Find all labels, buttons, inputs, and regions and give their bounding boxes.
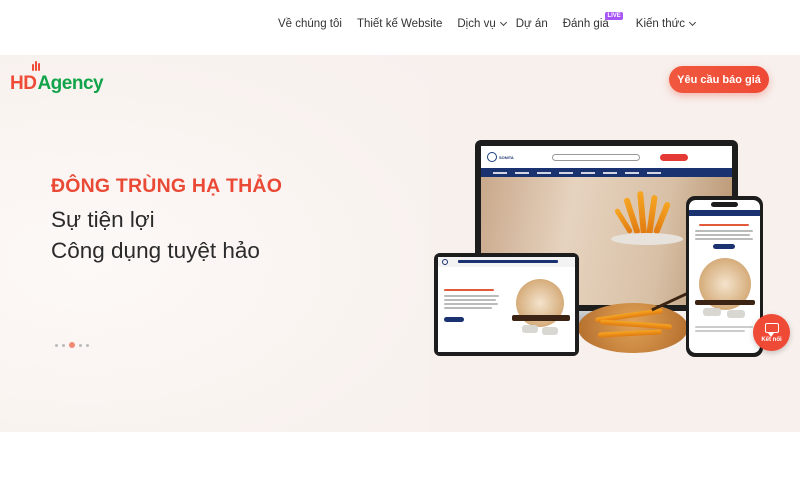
slider-dot[interactable] [79,343,82,347]
nav-item-web-design[interactable]: Thiết kế Website [357,18,442,30]
mockup-phone-button [659,153,688,161]
slider-dot[interactable] [86,343,89,347]
slider-dot[interactable] [62,343,65,347]
phone-screen [689,200,760,353]
tablet-screen [438,257,575,352]
logo-hd: HD [10,73,37,94]
nav-item-about[interactable]: Về chúng tôi [278,18,342,30]
mockup-nav [481,168,732,177]
nav-item-reviews[interactable]: Đánh giá LIVE [563,12,623,30]
sonita-logo-icon [487,152,497,162]
logo-agency: Agency [37,73,104,94]
logo-mark-icon [32,61,41,71]
hero-title: ĐÔNG TRÙNG HẠ THẢO [51,175,283,197]
chevron-down-icon [689,18,697,27]
chat-label: Kết nối [761,336,782,343]
request-quote-button[interactable]: Yêu cầu báo giá [669,66,769,93]
hero-subtitle-2: Công dụng tuyệt hảo [51,238,260,263]
tablet-mockup [434,253,579,356]
phone-mockup [686,196,763,357]
chat-connect-button[interactable]: Kết nối [753,314,790,351]
hero-text: ĐÔNG TRÙNG HẠ THẢO Sự tiện lợi Công dụng… [51,175,282,264]
slider-dot[interactable] [55,343,58,347]
slider-dot-active[interactable] [69,342,75,348]
nav-item-projects[interactable]: Dự án [516,18,548,30]
nav-item-services[interactable]: Dịch vụ [457,18,507,30]
chevron-down-icon [499,18,507,27]
live-badge: LIVE [605,12,623,20]
hero-subtitle-1: Sự tiện lợi [51,207,155,232]
site-logo[interactable]: HD Agency [10,61,104,95]
mockup-brand: SONITA [499,154,514,160]
slider-dots [55,342,93,348]
nav-item-knowledge[interactable]: Kiến thức [636,18,697,30]
mockup-search [551,153,640,161]
main-nav: Về chúng tôi Thiết kế Website Dịch vụ Dự… [278,12,710,30]
chat-bubble-icon [764,322,779,337]
